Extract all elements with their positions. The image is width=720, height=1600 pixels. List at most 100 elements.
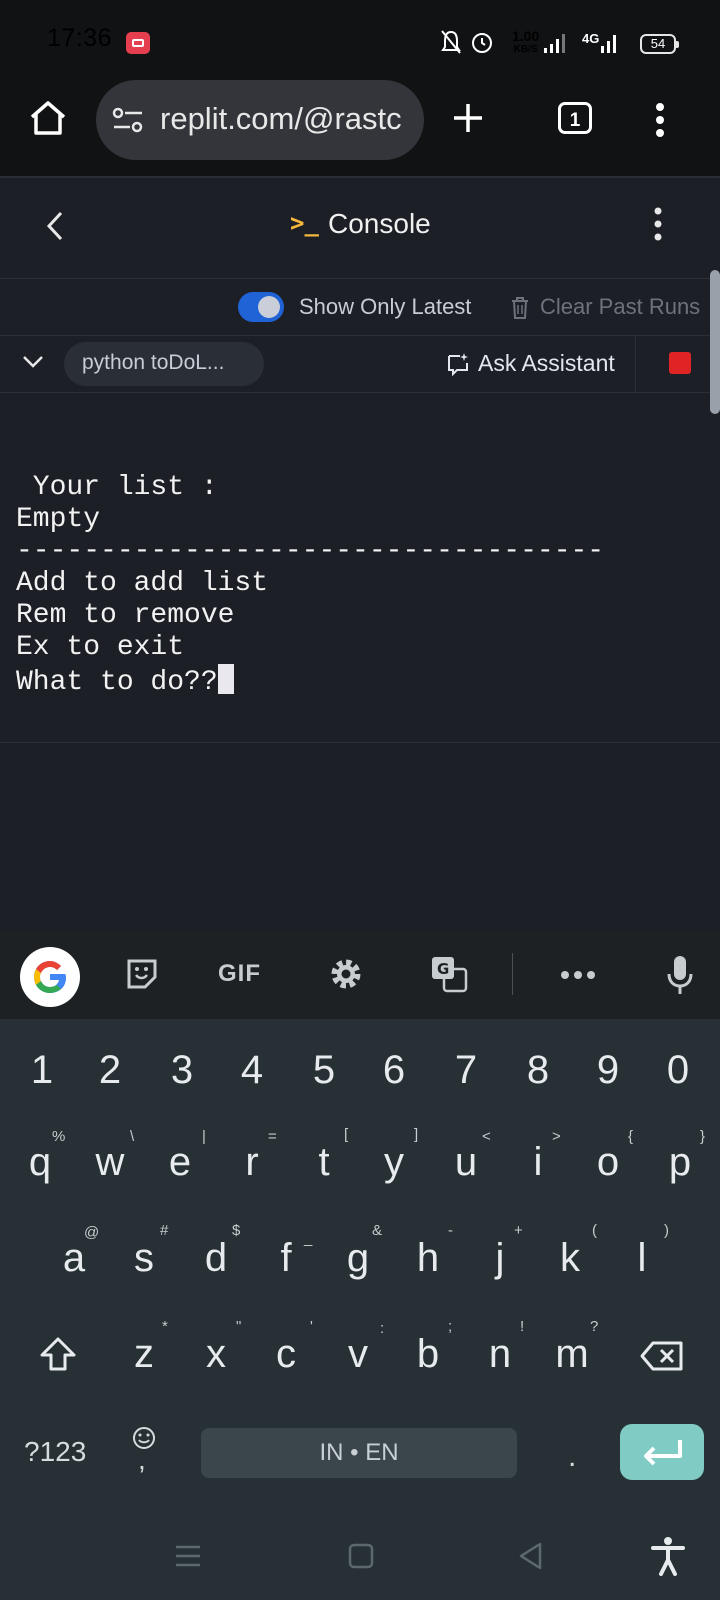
key-5[interactable]: 5 [294, 1048, 354, 1093]
site-settings-icon[interactable] [112, 106, 144, 134]
period-key[interactable]: . [568, 1440, 576, 1474]
back-button-icon[interactable] [518, 1542, 544, 1570]
microphone-icon[interactable] [666, 954, 694, 996]
ask-assistant-button[interactable]: Ask Assistant [478, 350, 615, 377]
alarm-icon [472, 33, 492, 53]
scrollbar-thumb[interactable] [710, 270, 720, 414]
key-q[interactable]: q [10, 1140, 70, 1185]
key-r[interactable]: r [222, 1140, 282, 1185]
hint-exclamation: ! [520, 1318, 525, 1335]
console-output[interactable]: Your list : Empty ----------------------… [16, 472, 604, 699]
hint-underscore: _ [304, 1230, 313, 1247]
key-a[interactable]: a [44, 1236, 104, 1281]
accessibility-icon[interactable] [650, 1536, 686, 1576]
gif-button[interactable]: GIF [218, 960, 261, 988]
key-j[interactable]: j [470, 1236, 530, 1281]
console-menu-icon[interactable] [652, 206, 664, 242]
hint-paren-open: ( [592, 1222, 597, 1239]
hint-less-than: < [482, 1128, 491, 1145]
home-button-icon[interactable] [348, 1543, 374, 1569]
key-l[interactable]: l [612, 1236, 672, 1281]
hint-asterisk: * [162, 1318, 168, 1335]
home-icon[interactable] [28, 98, 68, 138]
key-h[interactable]: h [398, 1236, 458, 1281]
key-z[interactable]: z [114, 1332, 174, 1377]
key-t[interactable]: t [294, 1140, 354, 1185]
key-i[interactable]: i [508, 1140, 568, 1185]
gear-icon[interactable] [328, 956, 364, 992]
divider [0, 742, 720, 743]
console-prompt-icon: >_ [290, 209, 319, 237]
clear-past-runs-button[interactable]: Clear Past Runs [540, 294, 700, 320]
key-w[interactable]: w [80, 1140, 140, 1185]
browser-menu-icon[interactable] [654, 102, 666, 138]
key-d[interactable]: d [186, 1236, 246, 1281]
stop-button[interactable] [669, 352, 691, 374]
key-1[interactable]: 1 [12, 1048, 72, 1093]
hint-percent: % [52, 1128, 66, 1145]
url-text[interactable]: replit.com/@rastc [160, 101, 410, 137]
shift-icon[interactable] [38, 1336, 78, 1372]
hint-ampersand: & [372, 1222, 383, 1239]
comma-key[interactable]: , [138, 1444, 146, 1476]
hint-at: @ [84, 1224, 100, 1241]
sticker-icon[interactable] [125, 957, 159, 991]
key-v[interactable]: v [328, 1332, 388, 1377]
key-u[interactable]: u [436, 1140, 496, 1185]
hint-bracket-close: ] [414, 1126, 419, 1143]
hint-greater-than: > [552, 1128, 561, 1145]
key-8[interactable]: 8 [508, 1048, 568, 1093]
google-logo-icon[interactable] [20, 947, 80, 1007]
assistant-chat-icon[interactable] [446, 352, 470, 376]
key-b[interactable]: b [398, 1332, 458, 1377]
hint-equals: = [268, 1128, 277, 1145]
key-k[interactable]: k [540, 1236, 600, 1281]
hint-double-quote: " [236, 1318, 242, 1335]
toggle-knob [258, 296, 280, 318]
key-o[interactable]: o [578, 1140, 638, 1185]
key-2[interactable]: 2 [80, 1048, 140, 1093]
key-m[interactable]: m [542, 1332, 602, 1377]
key-7[interactable]: 7 [436, 1048, 496, 1093]
key-y[interactable]: y [364, 1140, 424, 1185]
hint-bracket-open: [ [344, 1126, 349, 1143]
key-n[interactable]: n [470, 1332, 530, 1377]
hint-dollar: $ [232, 1222, 241, 1239]
back-arrow-icon[interactable] [44, 210, 66, 242]
network-speed: 1.00 KB/S [512, 28, 540, 55]
space-key[interactable]: IN • EN [201, 1428, 517, 1478]
console-output-text: Your list : Empty ----------------------… [16, 472, 605, 698]
key-6[interactable]: 6 [364, 1048, 424, 1093]
enter-key[interactable] [620, 1424, 704, 1480]
key-c[interactable]: c [256, 1332, 316, 1377]
mute-notification-icon [441, 30, 461, 54]
network-type: 4G [582, 31, 600, 46]
translate-icon[interactable]: G [430, 955, 468, 993]
screen-record-icon [126, 32, 150, 54]
key-p[interactable]: p [650, 1140, 710, 1185]
signal-icon [544, 34, 565, 53]
key-3[interactable]: 3 [152, 1048, 212, 1093]
hint-pipe: | [202, 1128, 206, 1145]
more-options-icon[interactable] [560, 970, 596, 980]
key-s[interactable]: s [114, 1236, 174, 1281]
key-e[interactable]: e [150, 1140, 210, 1185]
chevron-down-icon[interactable] [22, 354, 44, 370]
new-tab-icon[interactable] [452, 102, 484, 134]
key-4[interactable]: 4 [222, 1048, 282, 1093]
key-0[interactable]: 0 [648, 1048, 708, 1093]
tab-switcher-button[interactable]: 1 [558, 102, 592, 134]
key-9[interactable]: 9 [578, 1048, 638, 1093]
recents-menu-icon[interactable] [174, 1544, 202, 1568]
run-command-label: python toDoL... [82, 351, 225, 374]
trash-icon[interactable] [510, 296, 530, 320]
toolbar-divider [512, 953, 513, 995]
key-x[interactable]: x [186, 1332, 246, 1377]
key-g[interactable]: g [328, 1236, 388, 1281]
symbols-key[interactable]: ?123 [24, 1436, 86, 1468]
hint-minus: - [448, 1222, 453, 1239]
battery-icon: 54 [640, 34, 679, 54]
backspace-icon[interactable] [640, 1340, 684, 1372]
hint-semicolon: ; [448, 1318, 453, 1335]
hint-single-quote: ' [310, 1318, 313, 1335]
